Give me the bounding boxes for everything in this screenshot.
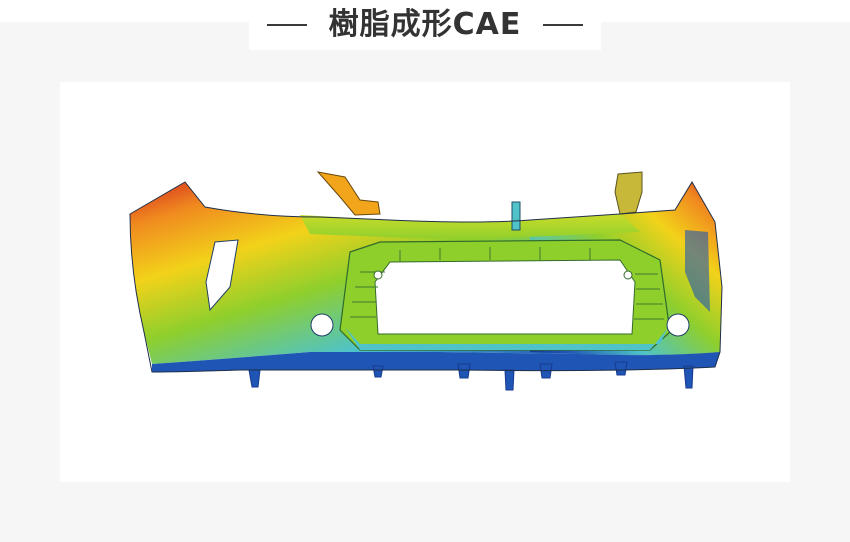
bracket-right bbox=[614, 171, 643, 215]
heading-pill: 樹脂成形CAE bbox=[248, 0, 602, 50]
page-title: 樹脂成形CAE bbox=[328, 7, 522, 42]
heading-rule-left bbox=[266, 24, 307, 26]
heading-rule-right bbox=[543, 24, 584, 26]
fog-hole-left bbox=[310, 313, 334, 337]
image-panel bbox=[60, 82, 790, 482]
bracket-left bbox=[316, 171, 381, 216]
bumper-cae-image bbox=[129, 171, 723, 391]
grille-opening bbox=[374, 259, 636, 335]
section-heading: 樹脂成形CAE bbox=[0, 0, 850, 50]
center-post bbox=[511, 201, 521, 231]
fog-hole-right bbox=[666, 313, 690, 337]
